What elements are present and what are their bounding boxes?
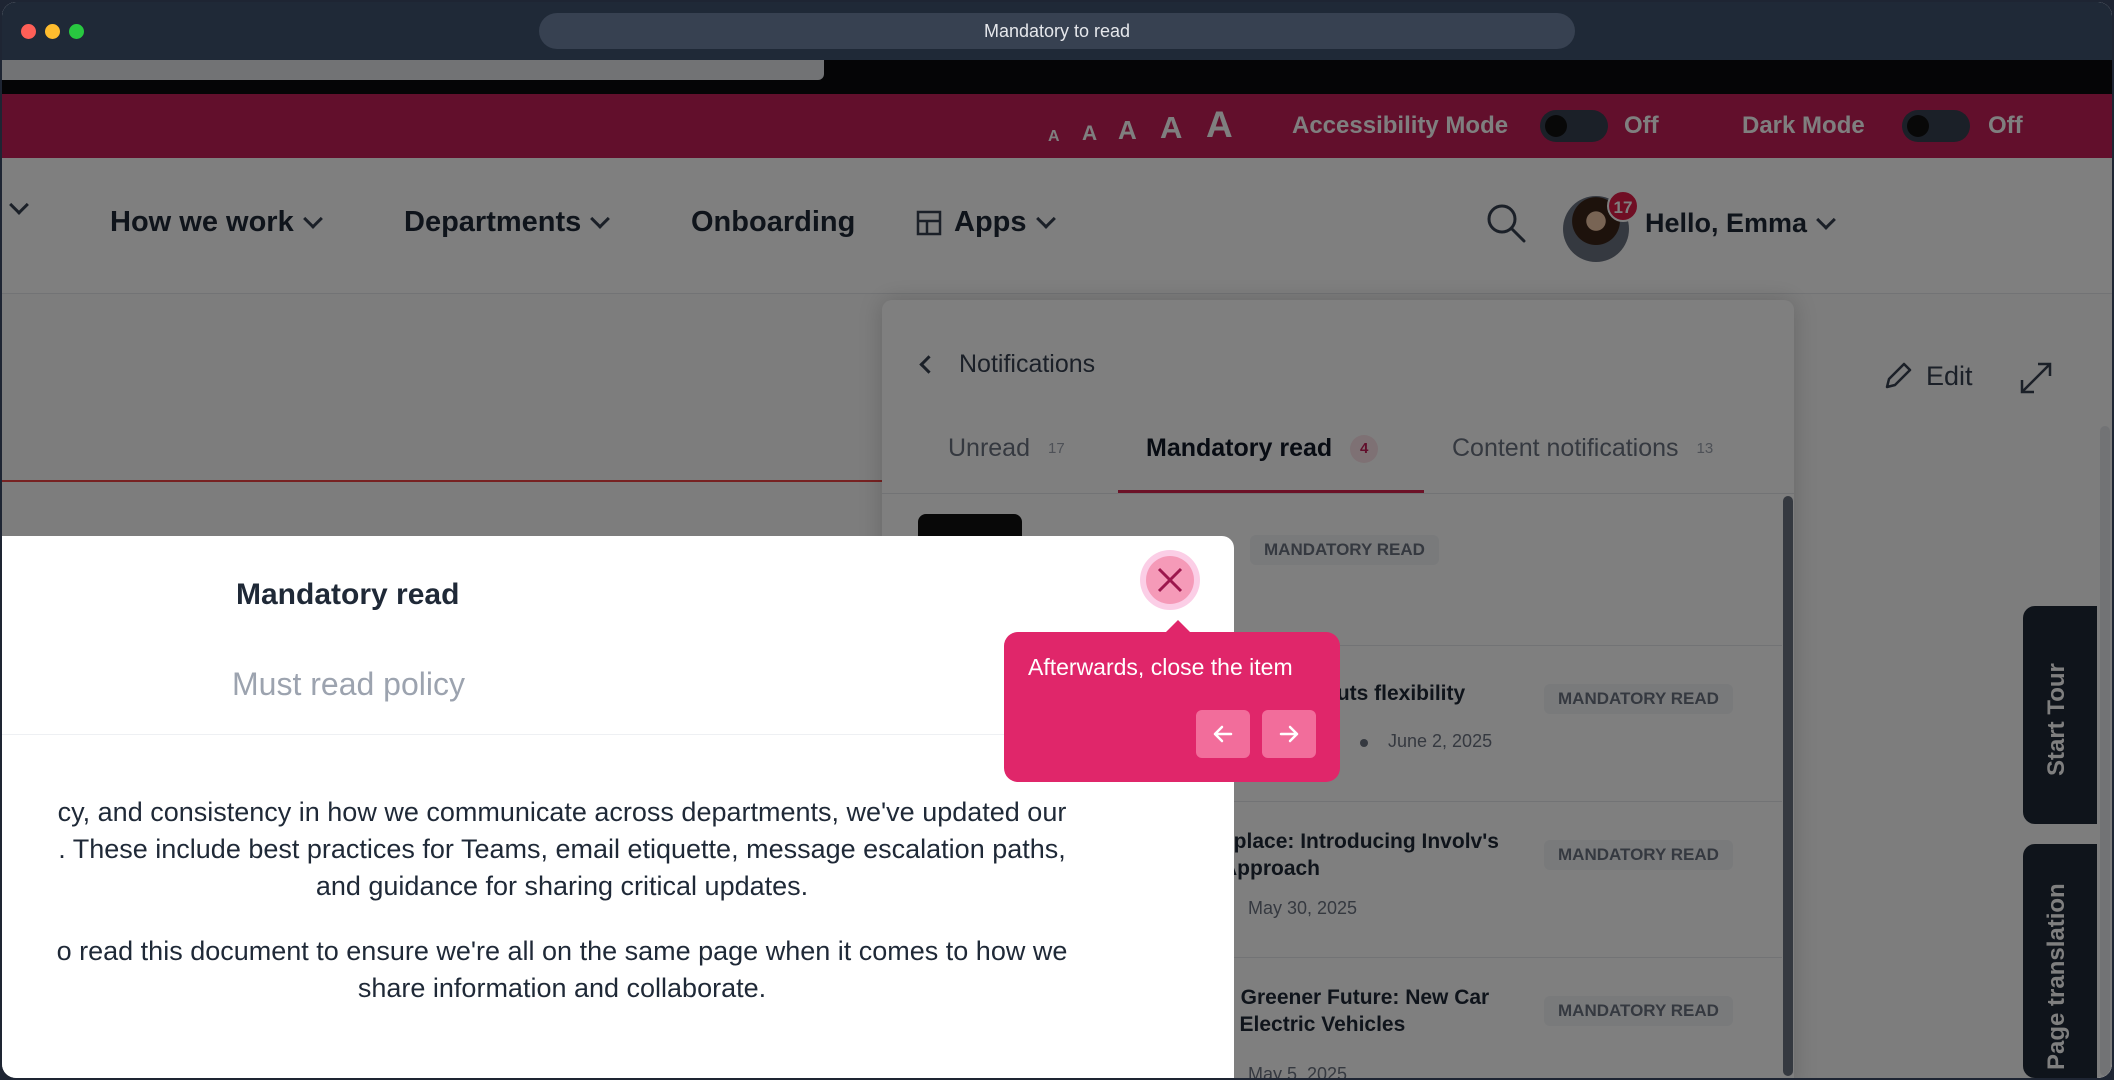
browser-window: Mandatory to read A A A A A Accessibilit… <box>2 2 2112 1078</box>
minimize-window-button[interactable] <box>45 24 60 39</box>
close-window-button[interactable] <box>21 24 36 39</box>
arrow-left-icon <box>1213 725 1233 743</box>
modal-paragraph-2: o read this document to ensure we're all… <box>2 933 1182 1007</box>
address-bar[interactable]: Mandatory to read <box>539 13 1575 49</box>
arrow-right-icon <box>1279 725 1299 743</box>
tour-tooltip: Afterwards, close the item <box>1004 620 1340 782</box>
tooltip-previous-button[interactable] <box>1196 710 1250 758</box>
modal-body: cy, and consistency in how we communicat… <box>2 794 1182 1035</box>
paragraph-line: share information and collaborate. <box>357 973 767 1003</box>
tooltip-next-button[interactable] <box>1262 710 1316 758</box>
modal-subtitle: Must read policy <box>232 666 465 702</box>
paragraph-line: and guidance for sharing critical update… <box>315 871 809 901</box>
modal-title: Mandatory read <box>236 578 460 611</box>
maximize-window-button[interactable] <box>69 24 84 39</box>
tooltip-text: Afterwards, close the item <box>1028 654 1293 680</box>
modal-paragraph-1: cy, and consistency in how we communicat… <box>2 794 1182 905</box>
close-icon[interactable] <box>1152 562 1188 598</box>
title-bar: Mandatory to read <box>2 2 2112 60</box>
paragraph-line: o read this document to ensure we're all… <box>56 936 1068 966</box>
paragraph-line: cy, and consistency in how we communicat… <box>57 797 1067 827</box>
paragraph-line: . These include best practices for Teams… <box>58 834 1066 864</box>
mandatory-read-modal: Mandatory read Must read policy cy, and … <box>2 536 1234 1078</box>
